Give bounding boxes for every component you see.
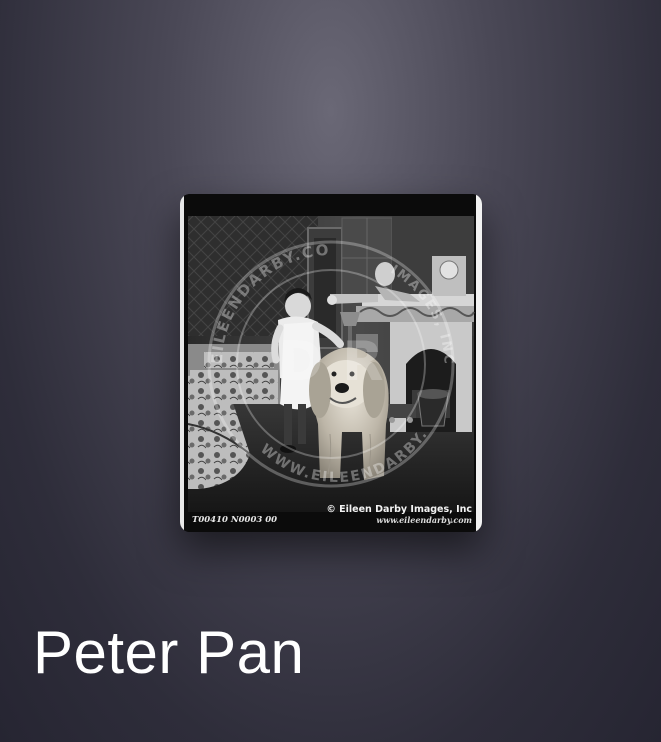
website-text: www.eileendarby.com (376, 515, 472, 525)
cover-photo: EILEENDARBY.COM IMAGES, INC WWW.EILEENDA… (180, 194, 482, 532)
page-title: Peter Pan (33, 619, 305, 686)
copyright-text: © Eileen Darby Images, Inc (326, 504, 472, 515)
frame-code: T00410 N0003 00 (192, 515, 277, 525)
watermark-letters: D R (278, 330, 383, 393)
album-cover[interactable]: EILEENDARBY.COM IMAGES, INC WWW.EILEENDA… (180, 194, 482, 532)
